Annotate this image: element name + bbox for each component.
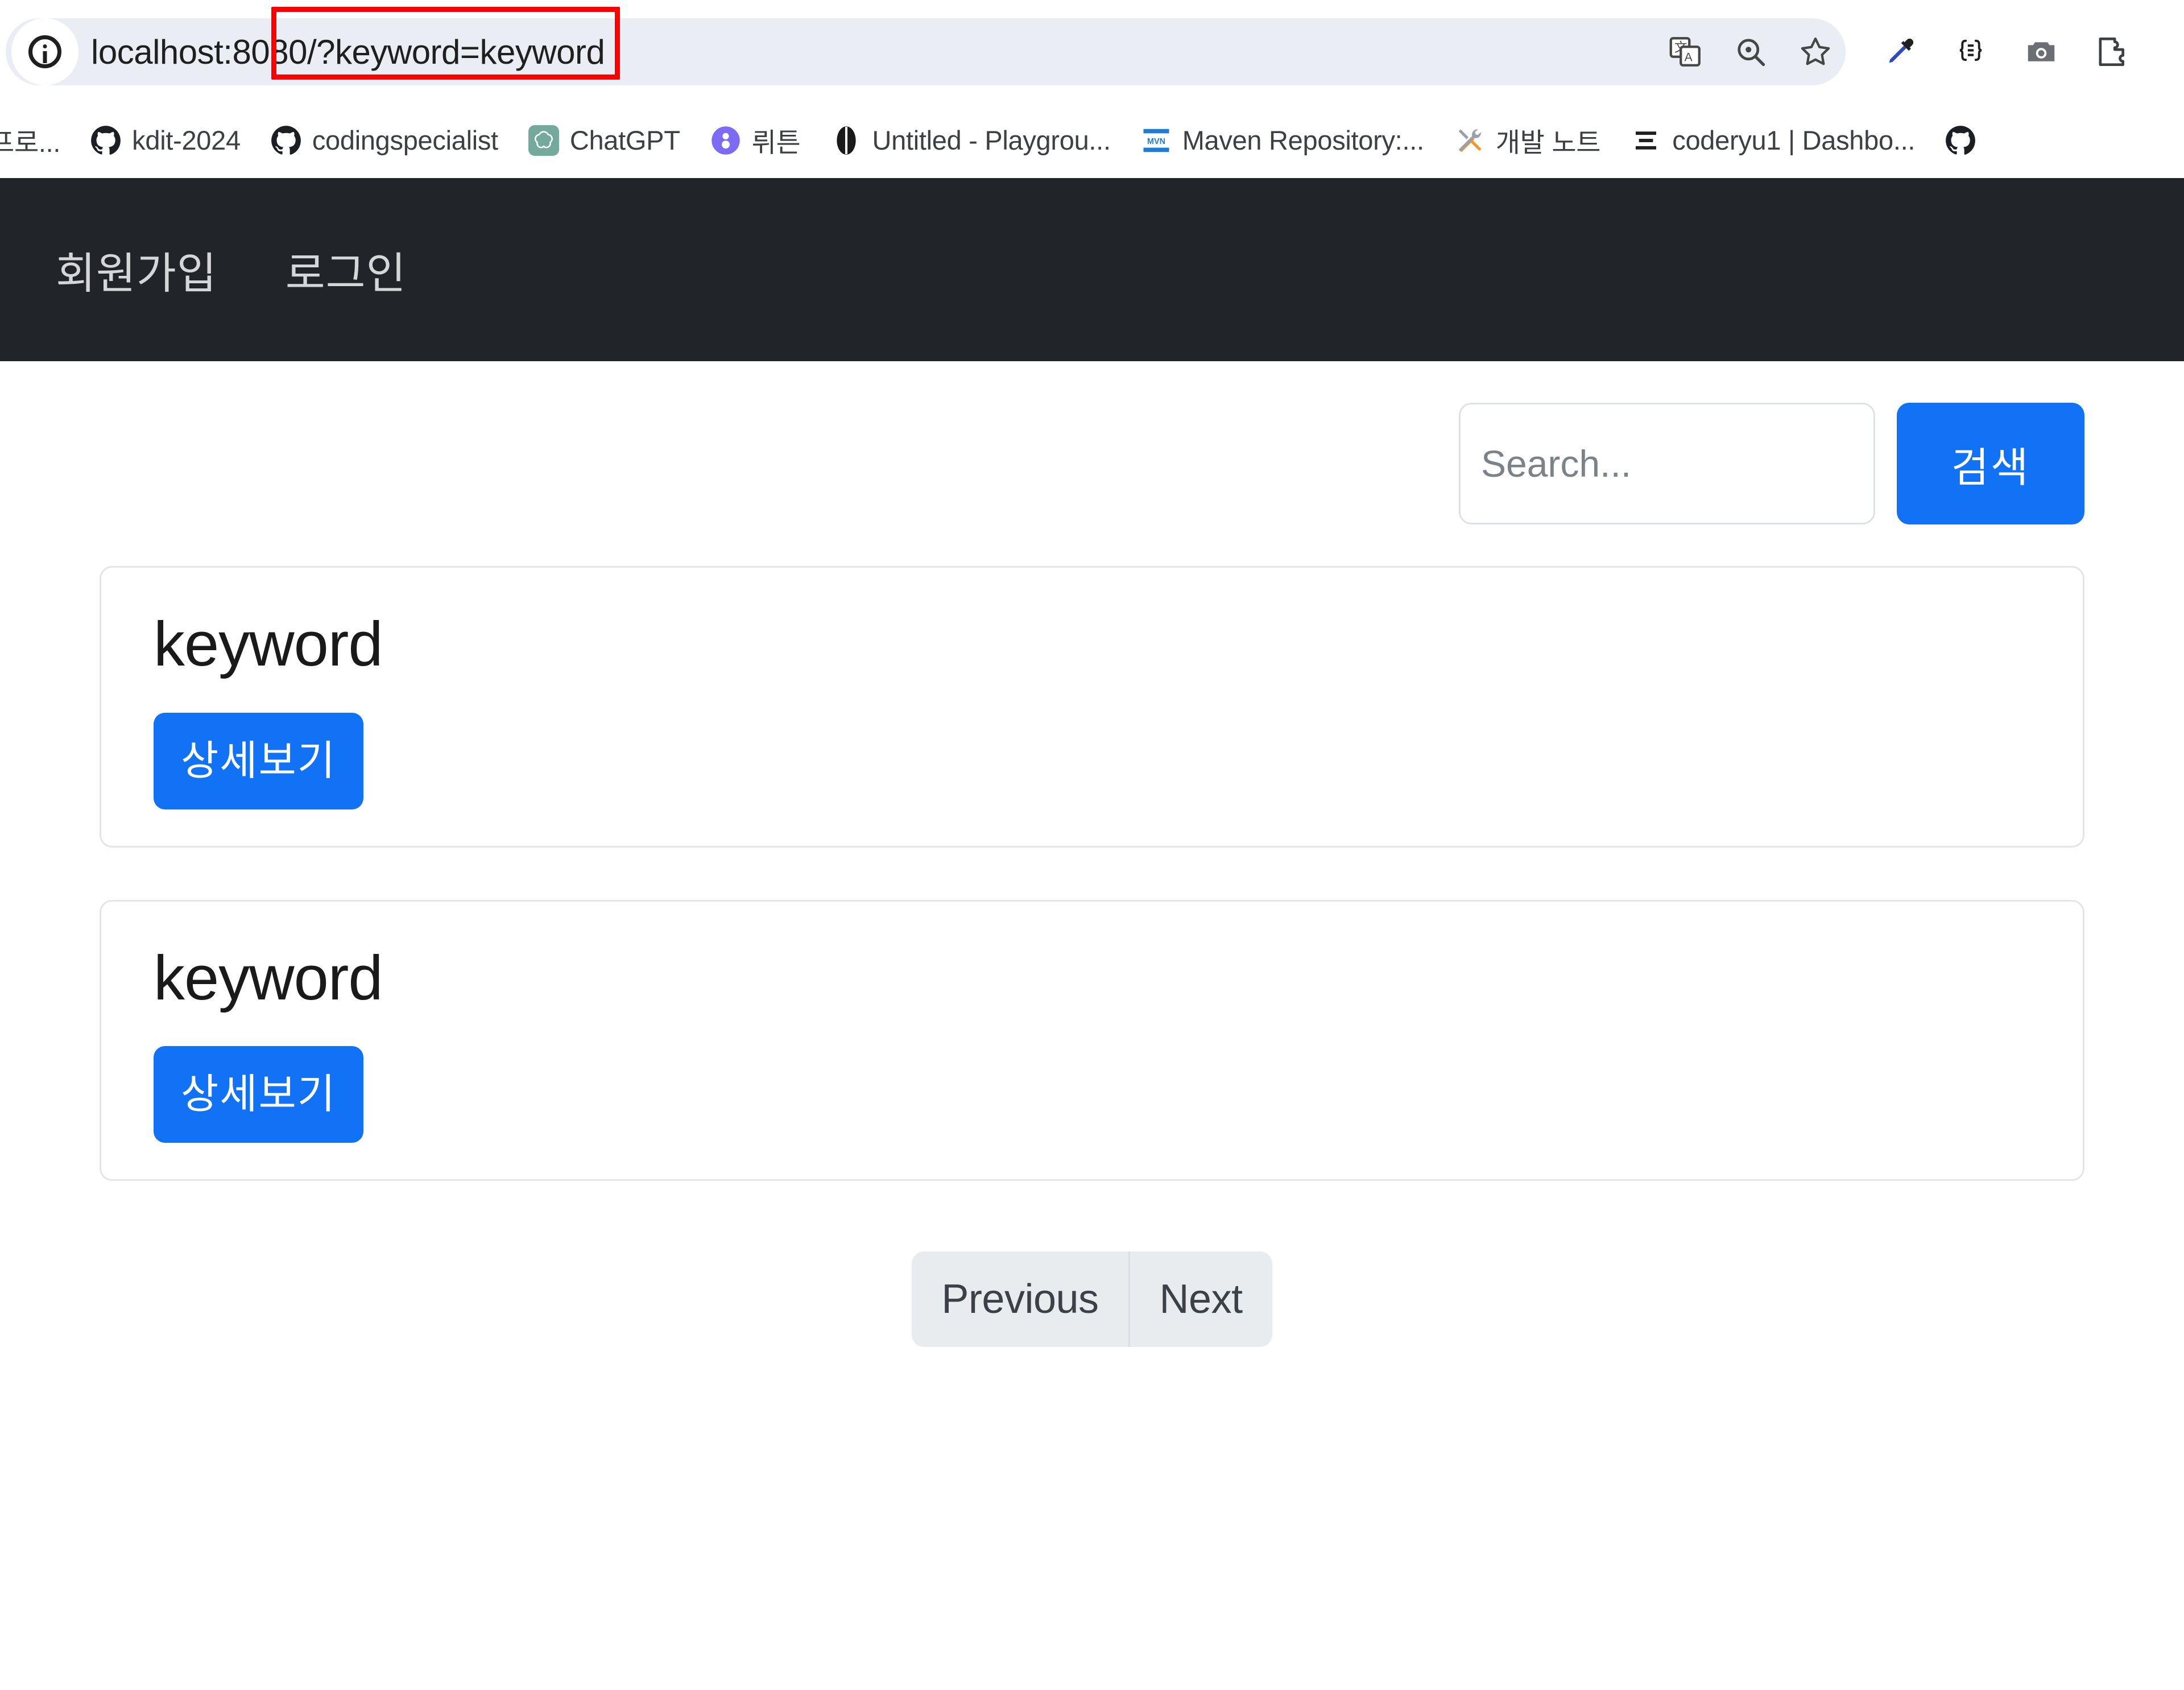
svg-text:A: A: [1685, 50, 1693, 64]
camera-extension-icon[interactable]: [2024, 34, 2059, 69]
pagination-previous-button[interactable]: Previous: [912, 1251, 1128, 1347]
bookmark-item-6[interactable]: MVN Maven Repository:...: [1126, 112, 1439, 169]
bookmark-label: kdit-2024: [132, 125, 241, 155]
bookmark-label: Maven Repository:...: [1182, 125, 1424, 155]
bookmark-item-2[interactable]: codingspecialist: [255, 112, 513, 169]
eyedropper-extension-icon[interactable]: [1883, 34, 1918, 69]
github-icon: [270, 125, 302, 156]
result-card: keyword 상세보기: [100, 899, 2084, 1181]
translate-icon[interactable]: 文 A: [1668, 34, 1703, 69]
bookmark-label: Untitled - Playgrou...: [872, 125, 1111, 155]
omnibox-row: localhost:8080/?keyword=keyword 文 A: [0, 0, 2184, 102]
list-icon: [1630, 125, 1662, 156]
bookmark-item-8[interactable]: coderyu1 | Dashbo...: [1615, 112, 1930, 169]
pagination: Previous Next: [912, 1251, 1272, 1347]
search-bar: 검색: [100, 361, 2084, 566]
json-braces-extension-icon[interactable]: [1953, 34, 1988, 69]
maven-icon: MVN: [1140, 125, 1172, 156]
browser-chrome: localhost:8080/?keyword=keyword 文 A: [0, 0, 2184, 178]
bookmark-star-icon[interactable]: [1798, 34, 1833, 69]
nav-link-login[interactable]: 로그인: [286, 238, 407, 301]
result-title: keyword: [154, 943, 383, 1013]
bookmark-item-4[interactable]: 뤼튼: [695, 112, 816, 169]
info-circle-icon: [28, 35, 61, 68]
wrtn-icon: [710, 125, 742, 156]
site-navbar: 회원가입 로그인: [0, 178, 2184, 361]
bookmark-item-0[interactable]: 프로...: [0, 112, 75, 169]
bookmark-label: ChatGPT: [569, 125, 680, 155]
bookmark-item-1[interactable]: kdit-2024: [75, 112, 255, 169]
view-detail-button[interactable]: 상세보기: [154, 1046, 363, 1143]
bookmark-label: 개발 노트: [1495, 127, 1601, 158]
bookmark-label: 뤼튼: [751, 127, 801, 158]
github-icon: [1945, 125, 1976, 156]
tools-icon: [1454, 125, 1486, 156]
url-text: localhost:8080/?keyword=keyword: [91, 32, 605, 71]
view-detail-button[interactable]: 상세보기: [154, 712, 363, 809]
search-submit-button[interactable]: 검색: [1897, 403, 2084, 524]
site-info-button[interactable]: [11, 18, 78, 85]
result-card: keyword 상세보기: [100, 566, 2084, 848]
content-area: 검색 keyword 상세보기 keyword 상세보기 Previous Ne…: [0, 361, 2184, 1347]
chatgpt-icon: [528, 125, 560, 156]
bookmark-item-3[interactable]: ChatGPT: [513, 112, 695, 169]
result-title: keyword: [154, 609, 383, 679]
bookmarks-bar: 프로... kdit-2024 codingspecialist ChatGPT: [0, 102, 2184, 178]
omnibox-actions: 文 A: [1668, 18, 1833, 85]
anthropic-icon: [830, 125, 862, 156]
pagination-wrapper: Previous Next: [100, 1233, 2084, 1347]
web-page: 회원가입 로그인 검색 keyword 상세보기 keyword 상세보기 Pr…: [0, 178, 2184, 1347]
bookmark-label: coderyu1 | Dashbo...: [1672, 125, 1916, 155]
lens-search-icon[interactable]: [1733, 34, 1768, 69]
nav-link-signup[interactable]: 회원가입: [56, 238, 217, 301]
search-input[interactable]: [1459, 403, 1875, 524]
address-bar[interactable]: localhost:8080/?keyword=keyword 文 A: [6, 18, 1846, 85]
github-icon: [90, 125, 122, 156]
svg-text:MVN: MVN: [1147, 137, 1165, 146]
bookmark-label: codingspecialist: [312, 125, 498, 155]
bookmark-item-7[interactable]: 개발 노트: [1439, 112, 1616, 169]
extensions-puzzle-icon[interactable]: [2094, 34, 2129, 69]
bookmark-item-9[interactable]: [1930, 112, 1987, 169]
extension-toolbar: [1883, 18, 2129, 85]
bookmark-label: 프로...: [0, 127, 61, 158]
bookmark-item-5[interactable]: Untitled - Playgrou...: [816, 112, 1126, 169]
pagination-next-button[interactable]: Next: [1128, 1251, 1272, 1347]
